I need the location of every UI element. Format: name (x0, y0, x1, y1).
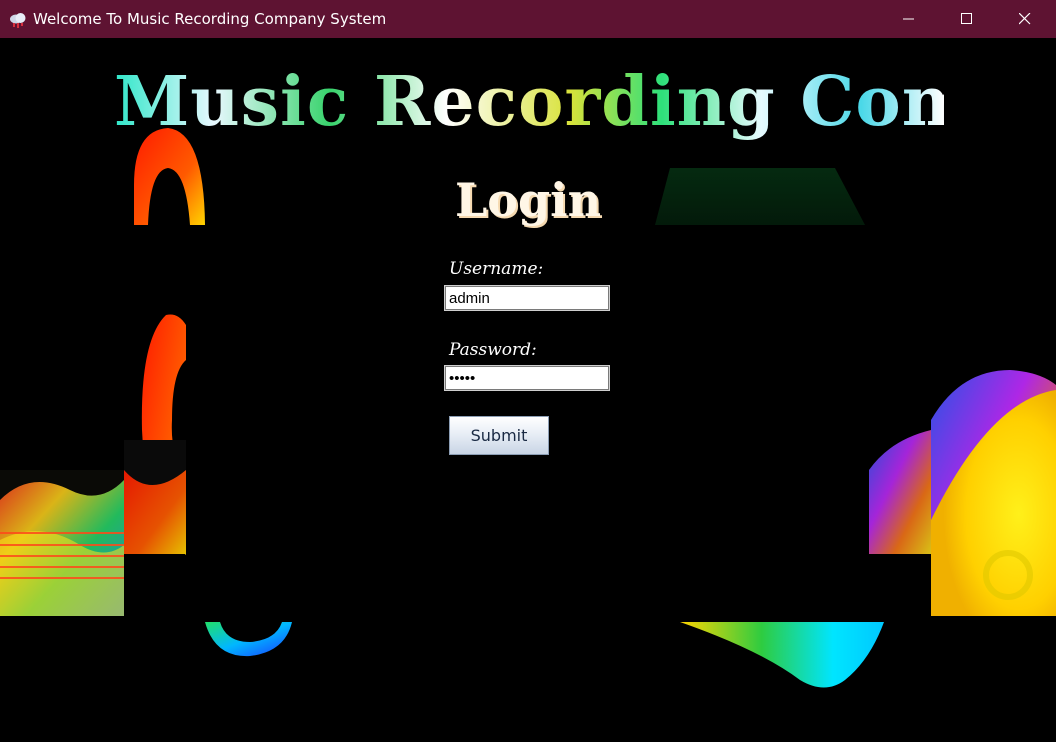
left-smoke-artwork (0, 470, 124, 616)
bottom-left-swirl (205, 622, 292, 657)
cloud-icon (8, 9, 28, 29)
maximize-icon (961, 13, 972, 24)
bottom-rainbow-wave (680, 622, 884, 688)
dark-green-shape (655, 168, 865, 225)
username-input[interactable] (444, 285, 610, 311)
close-button[interactable] (996, 0, 1054, 38)
login-heading: Login (454, 173, 602, 227)
red-swirl-artwork (124, 440, 186, 554)
password-label: Password: (449, 340, 537, 360)
maximize-button[interactable] (938, 0, 996, 38)
password-input[interactable] (444, 365, 610, 391)
background-artwork (0, 128, 1056, 688)
close-icon (1019, 13, 1031, 25)
red-arch-shape (134, 128, 205, 225)
minimize-button[interactable] (880, 0, 938, 38)
submit-button[interactable]: Submit (449, 416, 549, 455)
right-smoke-artwork (869, 370, 1056, 616)
window-title: Welcome To Music Recording Company Syste… (33, 10, 387, 28)
login-window: Welcome To Music Recording Company Syste… (0, 0, 1056, 742)
username-label: Username: (449, 259, 544, 279)
title-bar: Welcome To Music Recording Company Syste… (0, 0, 1056, 38)
app-heading: Music Recording Company (114, 62, 1056, 142)
minimize-icon (903, 18, 914, 20)
